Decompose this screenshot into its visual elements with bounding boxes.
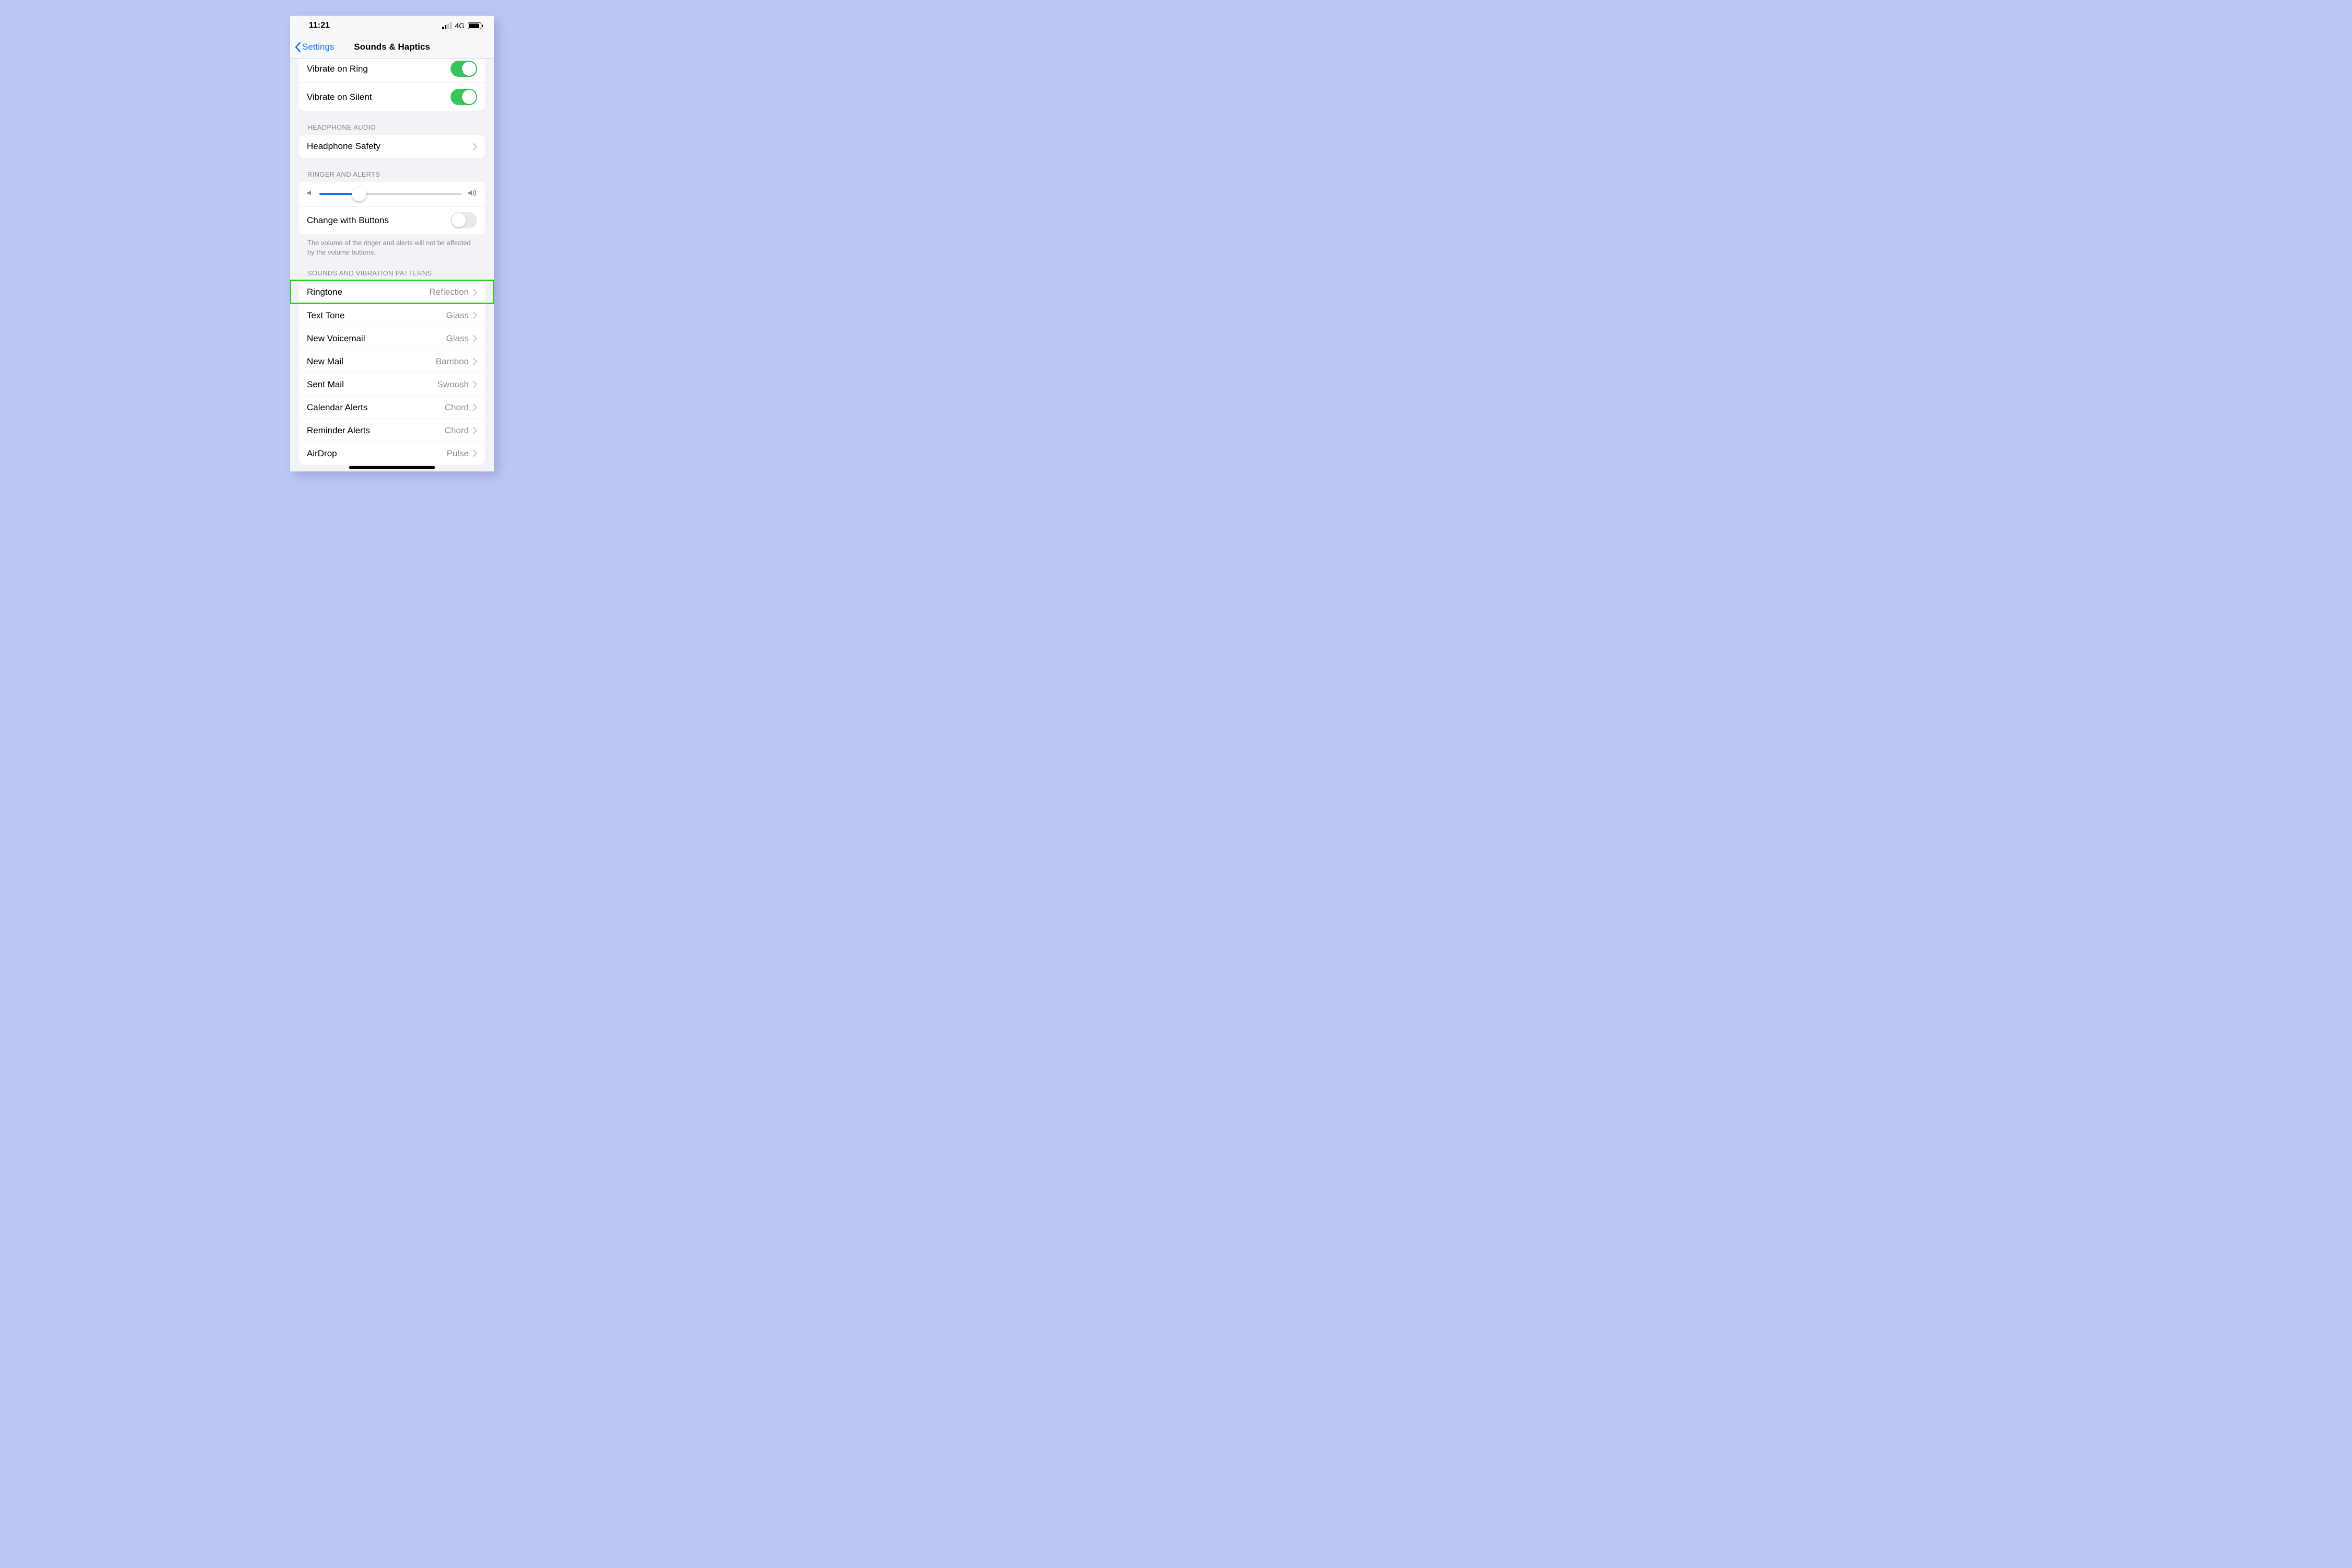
row-change-with-buttons[interactable]: Change with Buttons <box>299 206 485 234</box>
speaker-low-icon <box>307 189 313 199</box>
row-label: Sent Mail <box>307 379 344 390</box>
status-time: 11:21 <box>309 21 330 30</box>
vibrate-group: Vibrate on Ring Vibrate on Silent <box>299 59 485 111</box>
settings-content[interactable]: Vibrate on Ring Vibrate on Silent HEADPH… <box>290 59 494 471</box>
chevron-right-icon <box>473 143 477 150</box>
ringer-footer-note: The volume of the ringer and alerts will… <box>290 234 494 257</box>
speaker-high-icon <box>468 189 477 199</box>
ringer-volume-slider[interactable] <box>319 189 462 199</box>
chevron-right-icon <box>473 381 477 388</box>
row-sound-calendar-alerts[interactable]: Calendar Alerts Chord <box>299 396 485 419</box>
row-value: Chord <box>445 402 469 413</box>
row-label: Vibrate on Ring <box>307 64 368 74</box>
row-value: Glass <box>446 310 469 321</box>
chevron-right-icon <box>473 289 477 296</box>
ringer-group: Change with Buttons <box>299 182 485 234</box>
row-value: Glass <box>446 333 469 344</box>
row-label: Text Tone <box>307 310 344 321</box>
section-header-headphone: HEADPHONE AUDIO <box>290 111 494 135</box>
row-sound-reminder-alerts[interactable]: Reminder Alerts Chord <box>299 419 485 442</box>
row-vibrate-silent[interactable]: Vibrate on Silent <box>299 83 485 111</box>
row-value: Chord <box>445 425 469 436</box>
chevron-right-icon <box>473 450 477 457</box>
row-ringer-slider[interactable] <box>299 182 485 206</box>
row-label: Vibrate on Silent <box>307 92 372 102</box>
section-header-sounds: SOUNDS AND VIBRATION PATTERNS <box>290 257 494 281</box>
chevron-right-icon <box>473 335 477 342</box>
chevron-right-icon <box>473 404 477 411</box>
row-label: New Voicemail <box>307 333 365 344</box>
row-label: Calendar Alerts <box>307 402 367 413</box>
row-headphone-safety[interactable]: Headphone Safety <box>299 135 485 158</box>
row-sound-new-mail[interactable]: New Mail Bamboo <box>299 350 485 373</box>
row-label: Change with Buttons <box>307 215 389 226</box>
status-bar: 11:21 4G <box>290 16 494 36</box>
row-value: Reflection <box>429 287 469 297</box>
headphone-group: Headphone Safety <box>299 135 485 158</box>
row-sound-new-voicemail[interactable]: New Voicemail Glass <box>299 327 485 350</box>
row-value: Pulse <box>446 448 469 459</box>
signal-icon <box>442 22 452 29</box>
home-indicator <box>349 466 435 469</box>
chevron-right-icon <box>473 358 477 365</box>
row-label: Ringtone <box>307 287 342 297</box>
toggle-change-with-buttons[interactable] <box>451 212 477 228</box>
row-sound-text-tone[interactable]: Text Tone Glass <box>299 304 485 327</box>
row-value: Bamboo <box>436 356 469 367</box>
row-label: Headphone Safety <box>307 141 381 152</box>
toggle-vibrate-ring[interactable] <box>451 61 477 77</box>
row-label: AirDrop <box>307 448 337 459</box>
battery-icon <box>468 22 481 29</box>
iphone-screen: 11:21 4G Settings Sounds & Haptics Vibra… <box>290 16 494 471</box>
row-value: Swoosh <box>437 379 469 390</box>
status-right: 4G <box>442 21 481 30</box>
row-sound-airdrop[interactable]: AirDrop Pulse <box>299 442 485 465</box>
back-label: Settings <box>302 42 334 52</box>
toggle-vibrate-silent[interactable] <box>451 89 477 105</box>
row-vibrate-ring[interactable]: Vibrate on Ring <box>299 59 485 83</box>
row-sound-ringtone[interactable]: Ringtone Reflection <box>299 281 485 304</box>
chevron-right-icon <box>473 427 477 434</box>
chevron-left-icon <box>294 42 301 52</box>
sounds-group: RingtoneReflectionText ToneGlassNew Voic… <box>299 281 485 465</box>
back-button[interactable]: Settings <box>290 42 334 52</box>
row-label: Reminder Alerts <box>307 425 370 436</box>
row-label: New Mail <box>307 356 343 367</box>
section-header-ringer: RINGER AND ALERTS <box>290 158 494 182</box>
row-sound-sent-mail[interactable]: Sent Mail Swoosh <box>299 373 485 396</box>
chevron-right-icon <box>473 312 477 319</box>
network-label: 4G <box>455 21 465 30</box>
nav-bar: Settings Sounds & Haptics <box>290 36 494 59</box>
